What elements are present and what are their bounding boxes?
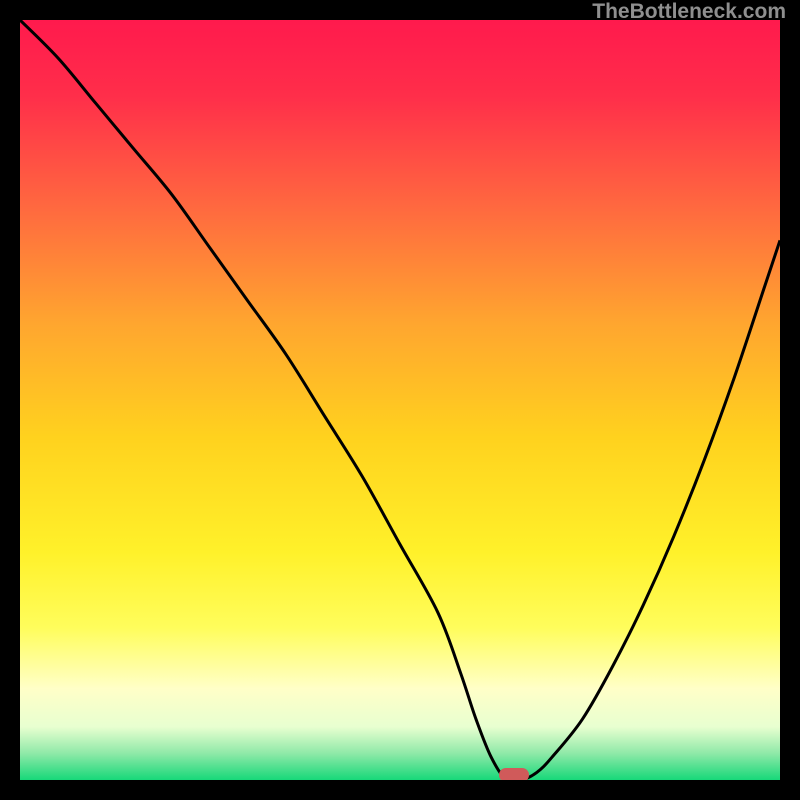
chart-frame: TheBottleneck.com bbox=[0, 0, 800, 800]
bottleneck-curve bbox=[20, 20, 780, 780]
curve-path bbox=[20, 20, 780, 780]
plot-area bbox=[20, 20, 780, 780]
optimal-marker bbox=[499, 768, 529, 780]
